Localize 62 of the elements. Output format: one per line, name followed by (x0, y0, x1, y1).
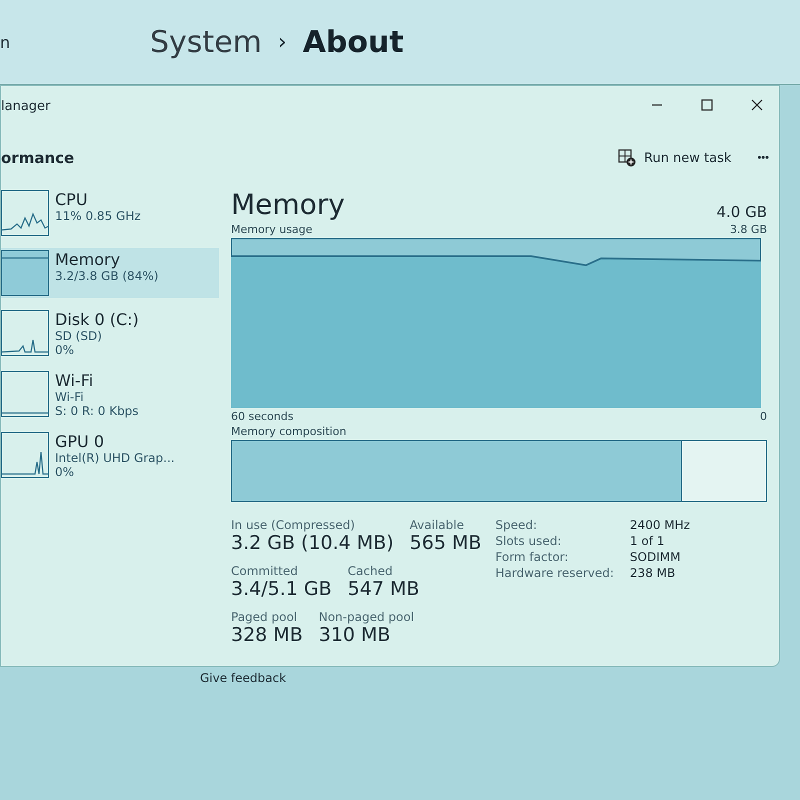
feedback-link[interactable]: Give feedback (200, 671, 800, 685)
stat-value: 565 MB (410, 532, 482, 554)
breadcrumb-item[interactable]: System (150, 24, 262, 60)
sidebar-item-detail: 0% (55, 465, 76, 479)
sidebar-item-name: Memory (55, 250, 122, 269)
stat-label: Non-paged pool (318, 610, 414, 624)
page-title: ormance (1, 149, 74, 167)
sidebar-item[interactable]: Wi-Fi Wi-Fi S: 0 R: 0 Kbps (1, 369, 219, 420)
graph-thumbnail (1, 250, 49, 296)
graph-max-label: 3.8 GB (730, 223, 767, 236)
spec-value: 2400 MHz (630, 518, 690, 532)
spec-value: 1 of 1 (630, 534, 666, 548)
stat-label: Paged pool (231, 610, 298, 624)
run-new-task-button[interactable]: Run new task (614, 145, 736, 171)
sidebar-item[interactable]: Disk 0 (C:) SD (SD) 0% (1, 308, 219, 359)
stat-value: 3.2 GB (10.4 MB) (231, 532, 394, 554)
stat-value: 310 MB (318, 624, 392, 646)
graph-label: Memory usage (231, 223, 312, 236)
breadcrumb-separator: › (278, 30, 287, 54)
breadcrumb-item[interactable]: About (302, 24, 404, 60)
axis-min-label: 0 (760, 410, 767, 423)
sidebar-item-name: Disk 0 (C:) (55, 310, 139, 329)
sidebar-item-name: Wi-Fi (55, 371, 94, 390)
sidebar-item[interactable]: Memory 3.2/3.8 GB (84%) (1, 248, 219, 298)
window-text: n (0, 32, 12, 52)
graph-thumbnail (1, 190, 49, 236)
sidebar-item-name: CPU (55, 190, 89, 209)
sidebar-item-detail: S: 0 R: 0 Kbps (55, 404, 139, 418)
stat-label: Committed (231, 564, 299, 578)
sidebar-item-detail: 11% 0.85 GHz (55, 209, 141, 223)
sidebar-item-detail: 3.2/3.8 GB (84%) (55, 269, 158, 283)
spec-label: Hardware reserved: (495, 566, 614, 580)
add-window-icon (618, 149, 636, 167)
spec-value: 238 MB (630, 566, 676, 580)
graph-thumbnail (1, 310, 49, 356)
stat-value: 328 MB (231, 624, 303, 646)
memory-heading: Memory (231, 188, 345, 221)
graph-thumbnail (1, 371, 49, 417)
sidebar-item-detail: SD (SD) (55, 329, 103, 343)
maximize-icon (701, 98, 713, 110)
sidebar-item-detail: Wi-Fi (55, 390, 85, 404)
spec-value: SODIMM (630, 550, 682, 564)
stat-label: Available (410, 518, 465, 532)
sidebar-item[interactable]: CPU 11% 0.85 GHz (1, 188, 219, 238)
window-title: lanager (1, 98, 50, 114)
more-button[interactable]: ••• (753, 148, 773, 168)
stat-label: Cached (348, 564, 394, 578)
stat-value: 547 MB (348, 578, 420, 600)
graph-thumbnail (1, 432, 49, 478)
total-memory: 4.0 GB (716, 203, 767, 221)
sidebar-item[interactable]: GPU 0 Intel(R) UHD Grap... 0% (1, 430, 219, 481)
sidebar-item-detail: 0% (55, 343, 76, 357)
stat-label: In use (Compressed) (231, 518, 356, 532)
stat-value: 3.4/5.1 GB (231, 578, 332, 600)
spec-label: Slots used: (495, 534, 562, 548)
sidebar-item-detail: Intel(R) UHD Grap... (55, 451, 175, 465)
composition-label: Memory composition (231, 425, 348, 438)
spec-label: Speed: (495, 518, 538, 532)
time-axis-label: 60 seconds (231, 410, 294, 423)
sidebar-item-name: GPU 0 (55, 432, 106, 451)
spec-label: Form factor: (495, 550, 570, 564)
close-icon (751, 98, 763, 110)
